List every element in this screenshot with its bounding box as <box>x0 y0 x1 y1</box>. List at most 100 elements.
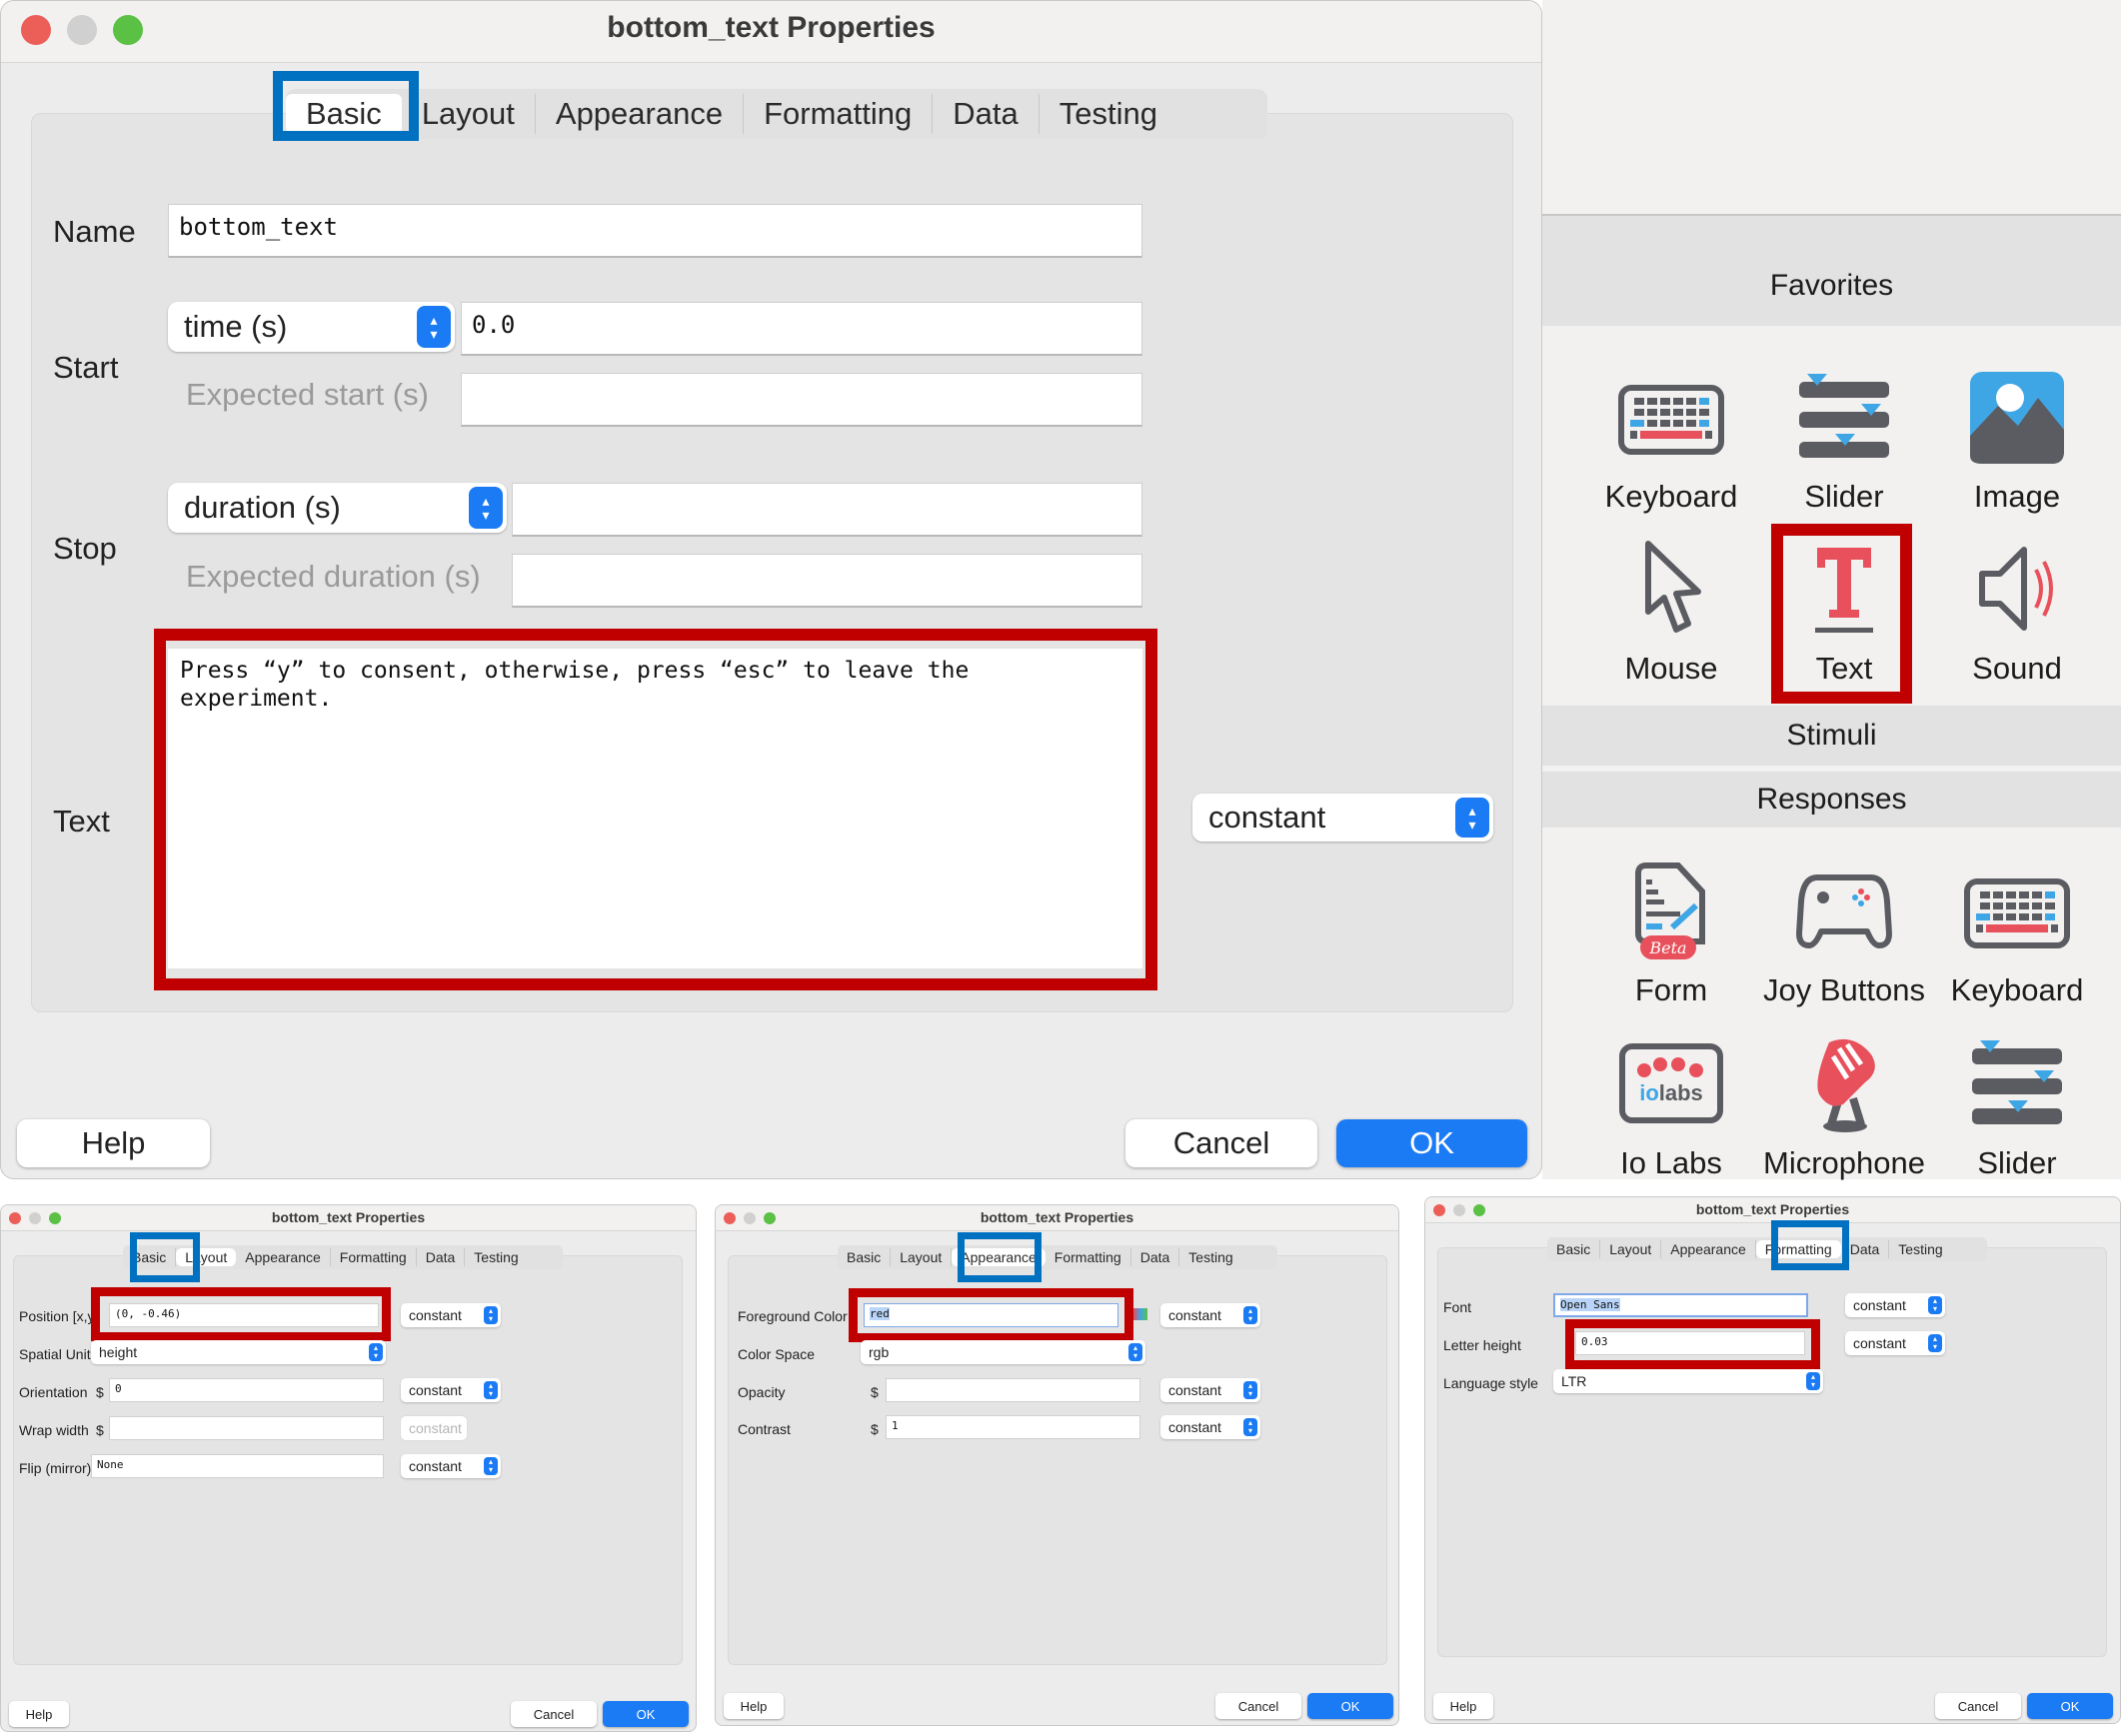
window-title: bottom_text Properties <box>271 1209 426 1225</box>
tab-testing[interactable]: Testing <box>1040 94 1177 134</box>
cancel-button[interactable]: Cancel <box>511 1701 597 1727</box>
start-type-select[interactable]: time (s) ▴ ▾ <box>168 302 455 352</box>
tab-appearance[interactable]: Appearance <box>1661 1240 1756 1258</box>
text-update-select[interactable]: constant ▴ ▾ <box>1192 794 1493 842</box>
component-joy-buttons[interactable]: Joy Buttons <box>1754 862 1934 1008</box>
help-button[interactable]: Help <box>9 1701 69 1727</box>
flip-input[interactable]: None <box>91 1454 384 1478</box>
tab-data[interactable]: Data <box>417 1248 466 1266</box>
section-stimuli[interactable]: Stimuli <box>1542 706 2121 766</box>
opacity-update-select[interactable]: constant ▴ ▾ <box>1160 1378 1260 1402</box>
start-label: Start <box>53 350 119 385</box>
spatial-units-select[interactable]: height ▴ ▾ <box>91 1340 386 1364</box>
ok-button[interactable]: OK <box>1307 1693 1393 1719</box>
language-style-select[interactable]: LTR ▴ ▾ <box>1553 1369 1823 1393</box>
component-label: Keyboard <box>1604 479 1738 514</box>
slider-icon <box>1972 1040 2062 1124</box>
stop-type-value: duration (s) <box>184 490 341 525</box>
tab-layout[interactable]: Layout <box>402 94 536 134</box>
letter-height-label: Letter height <box>1443 1337 1521 1353</box>
tab-layout[interactable]: Layout <box>891 1248 953 1266</box>
properties-dialog: bottom_text Properties Basic Layout Appe… <box>0 0 1542 1179</box>
contrast-update-select[interactable]: constant ▴ ▾ <box>1160 1415 1260 1439</box>
flip-update-select[interactable]: constant ▴ ▾ <box>401 1454 501 1478</box>
tab-formatting[interactable]: Formatting <box>331 1248 417 1266</box>
tab-basic[interactable]: Basic <box>838 1248 892 1266</box>
ok-button[interactable]: OK <box>2027 1693 2113 1719</box>
name-label: Name <box>53 214 136 249</box>
component-keyboard[interactable]: Keyboard <box>1581 368 1761 515</box>
chevron-updown-icon: ▴ ▾ <box>1806 1372 1820 1390</box>
tab-testing[interactable]: Testing <box>465 1248 527 1266</box>
component-mouse[interactable]: Mouse <box>1581 540 1761 687</box>
ok-button[interactable]: OK <box>603 1701 689 1727</box>
keyboard-icon <box>1618 385 1724 455</box>
start-value-input[interactable]: 0.0 <box>461 302 1142 356</box>
component-microphone[interactable]: Microphone <box>1754 1034 1934 1181</box>
position-update-select[interactable]: constant ▴ ▾ <box>401 1303 501 1327</box>
language-style-value: LTR <box>1561 1373 1587 1389</box>
letter-height-update-select[interactable]: constant ▴ ▾ <box>1845 1331 1945 1355</box>
update-value: constant <box>409 1382 462 1398</box>
color-picker-icon[interactable] <box>1133 1308 1147 1320</box>
expected-start-input[interactable] <box>461 373 1142 427</box>
update-value: constant <box>409 1307 462 1323</box>
code-prefix: $ <box>871 1384 879 1400</box>
chevron-updown-icon: ▴ ▾ <box>469 487 503 529</box>
stop-type-select[interactable]: duration (s) ▴ ▾ <box>168 483 507 533</box>
contrast-input[interactable]: 1 <box>886 1415 1140 1439</box>
component-slider[interactable]: Slider <box>1754 368 1934 515</box>
tab-basic[interactable]: Basic <box>1547 1240 1601 1258</box>
help-button[interactable]: Help <box>17 1119 210 1167</box>
expected-duration-input[interactable] <box>512 554 1142 608</box>
chevron-updown-icon: ▴ ▾ <box>1243 1381 1257 1399</box>
component-keyboard-response[interactable]: Keyboard <box>1927 862 2107 1008</box>
tab-appearance[interactable]: Appearance <box>536 94 745 134</box>
component-sound[interactable]: Sound <box>1927 540 2107 687</box>
wrap-width-input[interactable] <box>109 1416 384 1440</box>
font-update-select[interactable]: constant ▴ ▾ <box>1845 1293 1945 1317</box>
font-label: Font <box>1443 1299 1472 1315</box>
stop-value-input[interactable] <box>512 483 1142 537</box>
basic-tab-highlight <box>273 71 419 141</box>
tab-testing[interactable]: Testing <box>1179 1248 1241 1266</box>
color-space-select[interactable]: rgb ▴ ▾ <box>861 1340 1145 1364</box>
foreground-color-update-select[interactable]: constant ▴ ▾ <box>1160 1303 1260 1327</box>
component-io-labs[interactable]: iolabs Io Labs <box>1581 1034 1761 1181</box>
tab-appearance[interactable]: Appearance <box>236 1248 331 1266</box>
opacity-input[interactable] <box>886 1378 1140 1402</box>
slider-icon <box>1799 374 1889 458</box>
ok-button[interactable]: OK <box>1336 1119 1527 1167</box>
components-panel: Favorites Keyboard Slider Image Mouse Te… <box>1542 0 2121 1181</box>
orientation-input[interactable]: 0 <box>109 1378 384 1402</box>
section-favorites[interactable]: Favorites <box>1542 216 2121 326</box>
wrap-width-label: Wrap width <box>19 1422 89 1438</box>
tab-bar: Basic Layout Appearance Formatting Data … <box>1547 1237 1987 1261</box>
component-form[interactable]: Beta Form <box>1581 862 1761 1008</box>
tab-layout[interactable]: Layout <box>1600 1240 1662 1258</box>
tab-testing[interactable]: Testing <box>1889 1240 1951 1258</box>
help-button[interactable]: Help <box>724 1693 784 1719</box>
tab-formatting[interactable]: Formatting <box>1046 1248 1131 1266</box>
chevron-updown-icon: ▴ ▾ <box>484 1306 498 1324</box>
chevron-updown-icon: ▴ ▾ <box>369 1343 383 1361</box>
section-responses[interactable]: Responses <box>1542 772 2121 828</box>
cancel-button[interactable]: Cancel <box>1935 1693 2021 1719</box>
opacity-label: Opacity <box>738 1384 786 1400</box>
orientation-update-select[interactable]: constant ▴ ▾ <box>401 1378 501 1402</box>
svg-text:iolabs: iolabs <box>1639 1080 1703 1105</box>
chevron-updown-icon: ▴ ▾ <box>1928 1334 1942 1352</box>
component-image[interactable]: Image <box>1927 368 2107 515</box>
tab-formatting[interactable]: Formatting <box>744 94 934 134</box>
update-value: constant <box>409 1458 462 1474</box>
spatial-units-value: height <box>99 1344 138 1360</box>
tab-data[interactable]: Data <box>1131 1248 1180 1266</box>
help-button[interactable]: Help <box>1433 1693 1493 1719</box>
text-update-value: constant <box>1208 800 1326 835</box>
tab-data[interactable]: Data <box>933 94 1040 134</box>
component-slider-response[interactable]: Slider <box>1927 1034 2107 1181</box>
cancel-button[interactable]: Cancel <box>1215 1693 1301 1719</box>
name-input[interactable]: bottom_text <box>168 204 1142 258</box>
font-input[interactable]: Open Sans <box>1553 1293 1808 1317</box>
cancel-button[interactable]: Cancel <box>1125 1119 1317 1167</box>
